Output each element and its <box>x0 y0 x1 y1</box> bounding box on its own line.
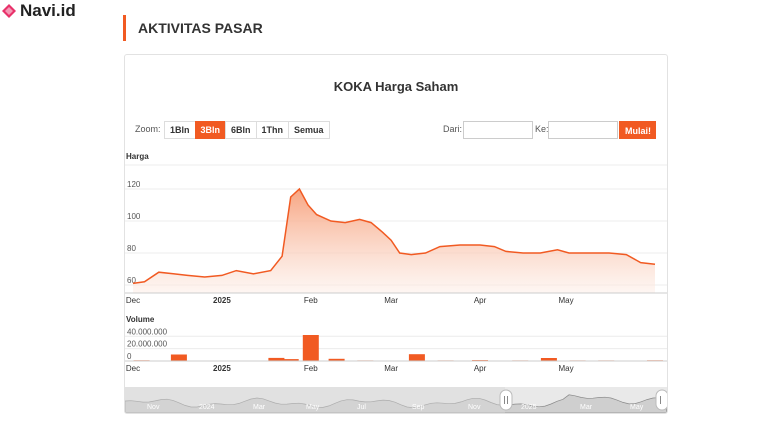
volume-ytick-label: 20.000.000 <box>127 340 168 349</box>
price-xtick-label: Apr <box>474 296 487 305</box>
price-xtick-label: May <box>559 296 574 305</box>
navigator-handle-right[interactable] <box>655 389 667 411</box>
navigator-label: Jul <box>357 404 366 411</box>
volume-bar <box>408 354 425 361</box>
navigator-label: Mar <box>253 404 266 411</box>
volume-bar <box>302 335 319 361</box>
volume-xtick-label: May <box>559 364 574 373</box>
price-xtick-label: Feb <box>304 296 318 305</box>
price-ytick-label: 120 <box>127 180 141 189</box>
price-chart: Harga 6080100120 Dec 2025 Feb Mar Apr May <box>125 152 667 305</box>
price-xtick-label: 2025 <box>213 296 231 305</box>
brand-logo[interactable]: Navi.id <box>2 0 76 22</box>
price-axis-label: Harga <box>126 152 149 161</box>
price-volume-chart: Harga 6080100120 Dec 2025 Feb Mar Apr May Vol… <box>125 152 667 413</box>
volume-bar <box>170 354 187 361</box>
navigator-label: May <box>306 404 320 411</box>
brand-name: Navi.id <box>20 1 76 20</box>
section-title-text: AKTIVITAS PASAR <box>138 20 263 36</box>
volume-xtick-label: 2025 <box>213 364 231 373</box>
navigator-label: Mar <box>580 404 593 411</box>
navigator-label: Sep <box>412 404 425 411</box>
navigator-label: Nov <box>147 404 160 411</box>
stock-chart-card: KOKA Harga Saham Zoom: 1Bln 3Bln 6Bln 1T… <box>124 54 668 414</box>
price-area <box>133 189 655 293</box>
navigator-handle-left[interactable] <box>499 389 513 411</box>
navigator-label: May <box>630 404 644 411</box>
price-ytick-label: 100 <box>127 212 141 221</box>
logo-diamond-icon <box>2 4 16 18</box>
navigator-label: 2025 <box>521 404 537 411</box>
volume-ytick-label: 40.000.000 <box>127 327 168 336</box>
volume-xtick-label: Apr <box>474 364 487 373</box>
price-ytick-label: 80 <box>127 244 136 253</box>
volume-chart: Volume 0 20.000.000 40.000.000 Dec 2025 Feb M… <box>125 315 667 373</box>
volume-ytick-label: 0 <box>127 352 132 361</box>
section-title: AKTIVITAS PASAR <box>123 15 263 41</box>
volume-xtick-label: Dec <box>126 364 140 373</box>
volume-xtick-label: Mar <box>384 364 398 373</box>
volume-axis-label: Volume <box>126 315 155 324</box>
volume-xtick-label: Feb <box>304 364 318 373</box>
navigator-label: 2024 <box>199 404 215 411</box>
price-xtick-label: Mar <box>384 296 398 305</box>
range-navigator[interactable]: Nov 2024 Mar May Jul Sep Nov 2025 Mar May <box>125 387 667 413</box>
navigator-label: Nov <box>468 404 481 411</box>
price-xtick-label: Dec <box>126 296 140 305</box>
